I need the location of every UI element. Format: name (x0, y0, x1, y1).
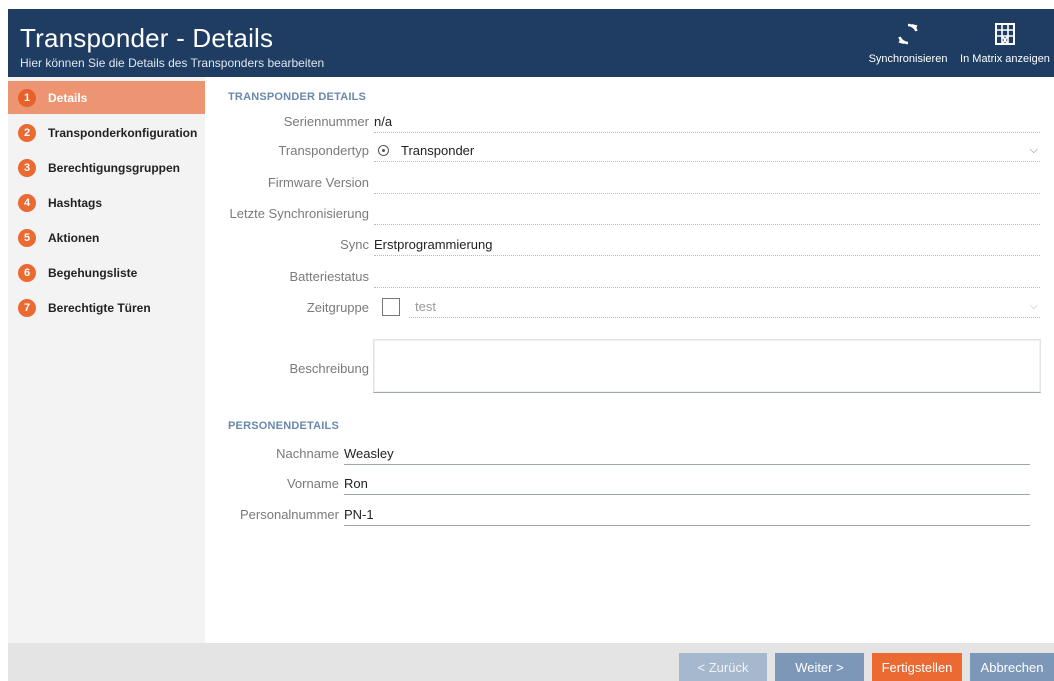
letzte-synchronisierung-field (374, 203, 1040, 225)
next-button[interactable]: Weiter > (775, 653, 864, 681)
batteriestatus-label: Batteriestatus (289, 269, 370, 284)
section-title-transponder-details: TRANSPONDER DETAILS (228, 91, 367, 103)
show-in-matrix-button[interactable]: In Matrix anzeigen (958, 21, 1052, 73)
header-bar: Transponder - Details Hier können Sie di… (8, 9, 1054, 77)
step-details[interactable]: 1 Details (8, 81, 213, 114)
sync-field: Erstprogrammierung (374, 234, 1040, 256)
step-transponderkonfiguration[interactable]: 2 Transponderkonfiguration (8, 116, 205, 149)
step-number-badge: 1 (18, 88, 36, 107)
step-number-badge: 4 (18, 193, 36, 212)
transpondertyp-select[interactable]: Transponder ⌵ (374, 140, 1040, 162)
step-label: Berechtigte Türen (48, 300, 151, 315)
nachname-value: Weasley (344, 446, 394, 461)
step-label: Begehungsliste (48, 265, 138, 280)
seriennummer-value: n/a (374, 114, 393, 129)
seriennummer-field: n/a (374, 111, 1040, 133)
personalnummer-input[interactable]: PN-1 (344, 504, 1030, 526)
step-number-badge: 7 (18, 298, 36, 317)
step-berechtigte-tueren[interactable]: 7 Berechtigte Türen (8, 291, 205, 324)
cancel-button[interactable]: Abbrechen (970, 653, 1054, 681)
vorname-input[interactable]: Ron (344, 473, 1030, 495)
step-label: Aktionen (48, 230, 100, 245)
synchronize-button[interactable]: Synchronisieren (866, 21, 950, 73)
step-number-badge: 2 (18, 123, 36, 142)
transponder-details-window: Transponder - Details Hier können Sie di… (8, 9, 1054, 681)
show-in-matrix-label: In Matrix anzeigen (960, 53, 1050, 65)
nachname-label: Nachname (276, 446, 339, 461)
step-number-badge: 6 (18, 263, 36, 282)
firmware-version-label: Firmware Version (267, 175, 369, 190)
sync-icon (866, 21, 950, 47)
firmware-version-field (374, 172, 1040, 194)
step-label: Transponderkonfiguration (48, 125, 198, 140)
nachname-input[interactable]: Weasley (344, 443, 1030, 465)
wizard-steps-sidebar: 1 Details 2 Transponderkonfiguration 3 B… (8, 77, 213, 643)
step-hashtags[interactable]: 4 Hashtags (8, 186, 205, 219)
vorname-label: Vorname (286, 476, 339, 491)
finish-button[interactable]: Fertigstellen (872, 653, 962, 681)
beschreibung-textarea[interactable] (373, 339, 1041, 393)
transpondertyp-label: Transpondertyp (278, 143, 369, 158)
step-label: Berechtigungsgruppen (48, 160, 181, 175)
synchronize-label: Synchronisieren (868, 53, 948, 65)
transponder-type-icon (378, 145, 389, 156)
step-label: Details (48, 90, 88, 105)
beschreibung-label: Beschreibung (289, 361, 370, 376)
zeitgruppe-checkbox[interactable] (382, 298, 400, 316)
sync-label: Sync (340, 237, 369, 252)
details-form-panel: TRANSPONDER DETAILS Seriennummer n/a Tra… (205, 77, 1054, 643)
back-button[interactable]: < Zurück (679, 653, 767, 681)
seriennummer-label: Seriennummer (283, 114, 369, 129)
transpondertyp-value: Transponder (401, 143, 475, 158)
zeitgruppe-value: test (415, 299, 436, 314)
page-subtitle: Hier können Sie die Details des Transpon… (20, 56, 325, 70)
wizard-footer: < Zurück Weiter > Fertigstellen Abbreche… (8, 643, 1054, 681)
step-begehungsliste[interactable]: 6 Begehungsliste (8, 256, 205, 289)
chevron-down-icon: ⌵ (1029, 144, 1038, 156)
step-berechtigungsgruppen[interactable]: 3 Berechtigungsgruppen (8, 151, 205, 184)
step-number-badge: 5 (18, 228, 36, 247)
page-title: Transponder - Details (20, 23, 274, 53)
vorname-value: Ron (344, 476, 368, 491)
step-number-badge: 3 (18, 158, 36, 177)
personalnummer-label: Personalnummer (240, 507, 339, 522)
chevron-down-icon: ⌵ (1029, 300, 1038, 312)
matrix-icon (958, 21, 1052, 47)
step-aktionen[interactable]: 5 Aktionen (8, 221, 205, 254)
batteriestatus-field (374, 266, 1040, 288)
letzte-synchronisierung-label: Letzte Synchronisierung (229, 206, 369, 221)
step-label: Hashtags (48, 195, 103, 210)
sync-value: Erstprogrammierung (374, 237, 493, 252)
zeitgruppe-select[interactable]: test ⌵ (409, 296, 1040, 318)
zeitgruppe-label: Zeitgruppe (306, 300, 369, 315)
section-title-personendetails: PERSONENDETAILS (228, 420, 339, 432)
personalnummer-value: PN-1 (344, 507, 374, 522)
